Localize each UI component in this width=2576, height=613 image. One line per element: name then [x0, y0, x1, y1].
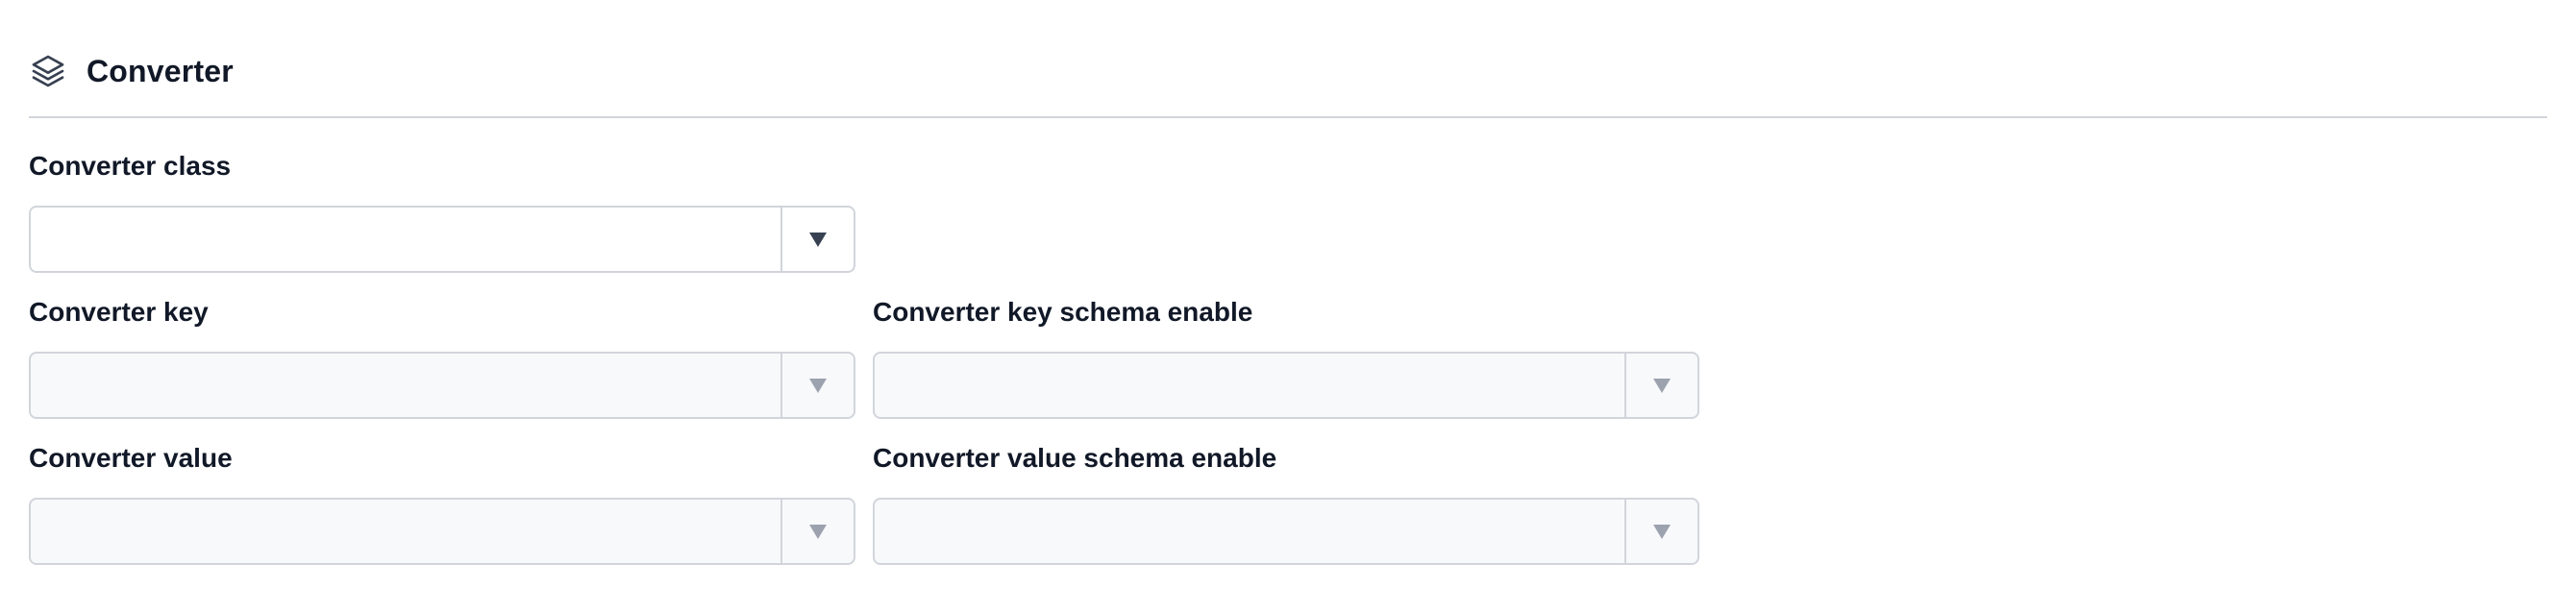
converter-value-dropdown-toggle[interactable]: [780, 500, 854, 563]
converter-key-value[interactable]: [31, 354, 780, 417]
converter-key-schema-enable-field: Converter key schema enable: [873, 296, 1699, 419]
caret-down-icon: [809, 524, 827, 539]
converter-key-schema-enable-select[interactable]: [873, 352, 1699, 419]
converter-key-schema-enable-value[interactable]: [875, 354, 1624, 417]
converter-value-schema-enable-field: Converter value schema enable: [873, 442, 1699, 565]
layers-icon: [29, 52, 67, 90]
converter-value-select[interactable]: [29, 498, 855, 565]
converter-key-schema-enable-label: Converter key schema enable: [873, 297, 1253, 327]
converter-value-field: Converter value: [29, 442, 855, 565]
section-title: Converter: [87, 53, 234, 88]
converter-value-value[interactable]: [31, 500, 780, 563]
converter-key-select[interactable]: [29, 352, 855, 419]
converter-key-field: Converter key: [29, 296, 855, 419]
caret-down-icon: [1653, 524, 1671, 539]
converter-key-label: Converter key: [29, 297, 209, 327]
converter-class-label: Converter class: [29, 151, 232, 181]
converter-key-schema-enable-dropdown-toggle[interactable]: [1624, 354, 1697, 417]
section-header: Converter: [29, 48, 234, 94]
converter-key-dropdown-toggle[interactable]: [780, 354, 854, 417]
converter-class-value[interactable]: [31, 208, 780, 271]
converter-class-dropdown-toggle[interactable]: [780, 208, 854, 271]
converter-value-schema-enable-dropdown-toggle[interactable]: [1624, 500, 1697, 563]
caret-down-icon: [809, 378, 827, 393]
converter-value-schema-enable-select[interactable]: [873, 498, 1699, 565]
caret-down-icon: [1653, 378, 1671, 393]
section-divider: [29, 116, 2547, 118]
caret-down-icon: [809, 232, 827, 247]
converter-value-label: Converter value: [29, 443, 233, 473]
converter-value-schema-enable-label: Converter value schema enable: [873, 443, 1277, 473]
converter-class-field: Converter class: [29, 150, 855, 273]
converter-class-select[interactable]: [29, 206, 855, 273]
converter-value-schema-enable-value[interactable]: [875, 500, 1624, 563]
